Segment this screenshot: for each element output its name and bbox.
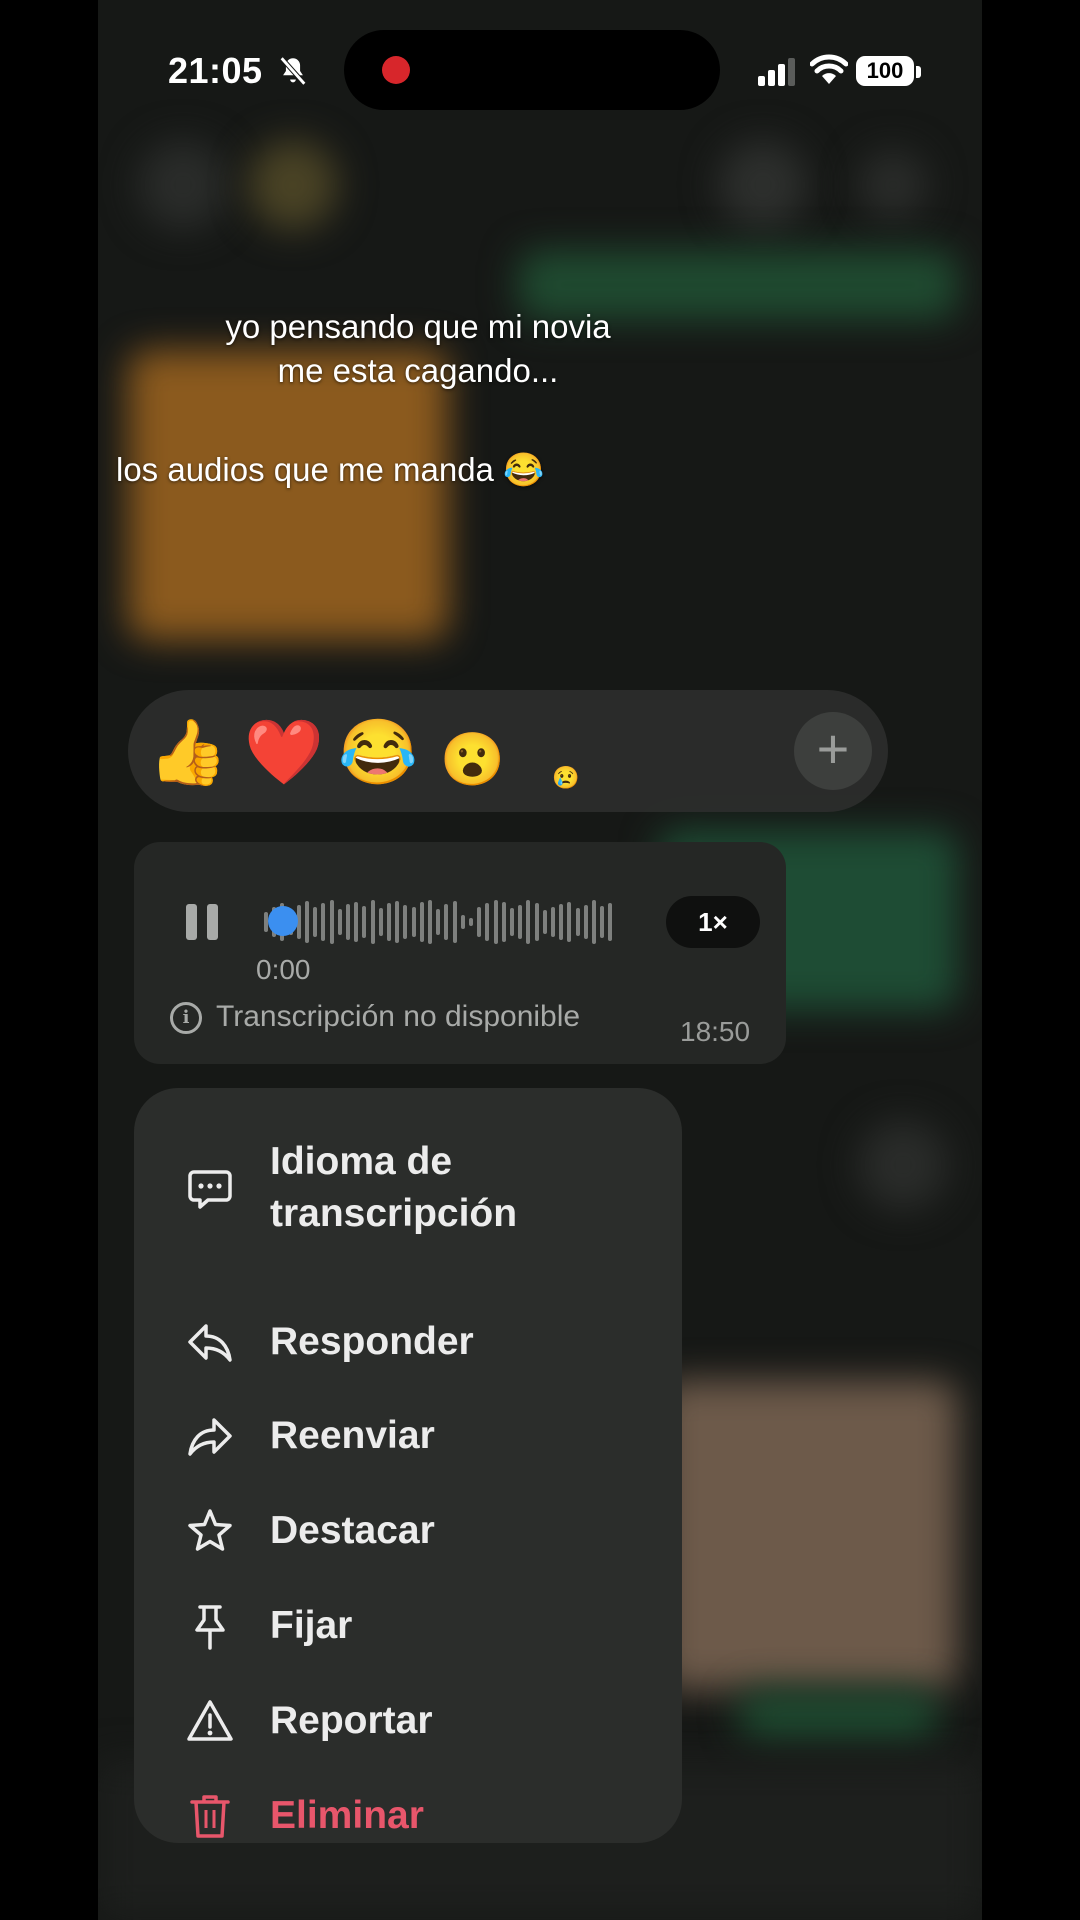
- recording-indicator-icon: [382, 56, 410, 84]
- waveform-bar: [477, 907, 482, 937]
- waveform-bar: [329, 900, 334, 944]
- warning-icon: [187, 1700, 233, 1741]
- menu-item-label: Eliminar: [270, 1794, 424, 1837]
- waveform-bar: [362, 906, 367, 938]
- waveform-bar: [419, 902, 424, 942]
- waveform-bar: [305, 901, 309, 943]
- add-reaction-button[interactable]: +: [794, 712, 872, 790]
- battery-indicator: 100: [856, 56, 914, 86]
- reply-icon: [188, 1324, 232, 1362]
- waveform-bar: [583, 905, 588, 939]
- blurred-avatar: [248, 140, 338, 230]
- menu-item-star[interactable]: Destacar: [134, 1491, 682, 1571]
- waveform-bar: [411, 907, 416, 937]
- caption-line-1: yo pensando que mi novia: [225, 308, 611, 345]
- waveform-bar: [395, 901, 400, 943]
- reaction-thumbs-up[interactable]: 👍: [148, 712, 228, 792]
- waveform-bar: [378, 908, 383, 936]
- waveform-bar: [428, 900, 432, 944]
- waveform-bar: [444, 904, 449, 940]
- waveform-bar: [354, 902, 359, 942]
- waveform-bar: [592, 900, 596, 944]
- menu-item-label: Responder: [270, 1320, 474, 1363]
- waveform-bar: [575, 908, 580, 936]
- context-menu: Idioma de transcripción Responder Reenvi…: [134, 1088, 682, 1843]
- reaction-bar: 👍 ❤️ 😂 😮 😢 +: [128, 690, 888, 812]
- phone-screen: 21:05 100 yo pensando que mi novia me es…: [98, 0, 982, 1920]
- waveform-bar: [452, 901, 457, 943]
- waveform-bar: [321, 903, 326, 941]
- pin-icon: [195, 1605, 225, 1650]
- menu-item-pin[interactable]: Fijar: [134, 1586, 682, 1666]
- menu-item-forward[interactable]: Reenviar: [134, 1396, 682, 1476]
- elapsed-time: 0:00: [256, 954, 311, 985]
- waveform-bar: [551, 907, 555, 937]
- forward-icon: [188, 1418, 232, 1456]
- star-icon: [188, 1509, 232, 1551]
- waveform-bar: [559, 904, 564, 940]
- battery-tip: [916, 66, 921, 78]
- menu-item-label: Reportar: [270, 1699, 433, 1742]
- waveform-bar: [493, 900, 498, 944]
- playback-speed-button[interactable]: 1×: [666, 896, 760, 948]
- reaction-laughing[interactable]: 😂: [338, 712, 418, 792]
- pause-button[interactable]: [186, 904, 220, 940]
- caption-line-2: me esta cagando...: [277, 352, 559, 389]
- waveform-bar: [403, 905, 408, 939]
- waveform-bar: [534, 903, 539, 941]
- reaction-heart[interactable]: ❤️: [244, 712, 324, 792]
- waveform-bar: [526, 900, 531, 944]
- menu-item-delete[interactable]: Eliminar: [134, 1776, 682, 1842]
- status-time: 21:05: [168, 50, 263, 91]
- waveform-bar: [313, 907, 318, 937]
- menu-item-label: Reenviar: [270, 1414, 435, 1457]
- menu-item-report[interactable]: Reportar: [134, 1681, 682, 1761]
- waveform-bar: [542, 910, 547, 934]
- blurred-photo-message: [128, 350, 448, 640]
- message-timestamp: 18:50: [680, 1016, 751, 1047]
- bell-muted-icon: [279, 56, 307, 86]
- wifi-icon: [810, 54, 848, 84]
- waveform-bar: [501, 902, 506, 942]
- audio-waveform[interactable]: [264, 898, 624, 946]
- blurred-photo-message: [658, 1380, 958, 1690]
- playback-scrubber-handle[interactable]: [268, 906, 298, 936]
- menu-item-label: Destacar: [270, 1509, 435, 1552]
- waveform-bar: [370, 900, 375, 944]
- waveform-bar: [510, 908, 514, 936]
- overlay-caption: yo pensando que mi novia me esta cagando…: [98, 305, 738, 393]
- reaction-crying[interactable]: 😢: [552, 738, 579, 818]
- waveform-bar: [485, 903, 490, 941]
- waveform-bar: [608, 903, 613, 941]
- transcription-notice: Transcripción no disponible: [216, 1000, 581, 1033]
- info-icon: i: [170, 1002, 202, 1034]
- menu-item-label: Fijar: [270, 1604, 353, 1647]
- waveform-bar: [469, 918, 473, 926]
- waveform-bar: [518, 905, 523, 939]
- blurred-avatar: [858, 1120, 948, 1210]
- menu-item-transcription-language[interactable]: Idioma de transcripción: [134, 1128, 682, 1258]
- waveform-bar: [387, 903, 391, 941]
- chat-bubble-icon: [188, 1170, 232, 1209]
- waveform-bar: [346, 904, 350, 940]
- status-bar: 21:05 100: [98, 0, 982, 140]
- blurred-call-button: [718, 140, 808, 230]
- blurred-back-button: [138, 140, 228, 230]
- trash-icon: [190, 1795, 230, 1838]
- dynamic-island: [344, 30, 720, 110]
- waveform-bar: [600, 906, 605, 938]
- waveform-bar: [460, 915, 465, 929]
- blurred-menu-button: [858, 150, 928, 220]
- caption-line-3: los audios que me manda 😂: [116, 451, 545, 488]
- cellular-signal-icon: [758, 58, 795, 86]
- menu-item-reply[interactable]: Responder: [134, 1302, 682, 1382]
- reaction-surprised[interactable]: 😮: [440, 720, 505, 800]
- waveform-bar: [337, 909, 342, 935]
- blurred-outgoing-bubble: [738, 1690, 938, 1740]
- voice-message-bubble: 1× 0:00 i Transcripción no disponible 18…: [134, 842, 786, 1064]
- waveform-bar: [436, 909, 441, 935]
- waveform-bar: [567, 902, 572, 942]
- menu-item-label: Idioma de transcripción: [270, 1140, 518, 1235]
